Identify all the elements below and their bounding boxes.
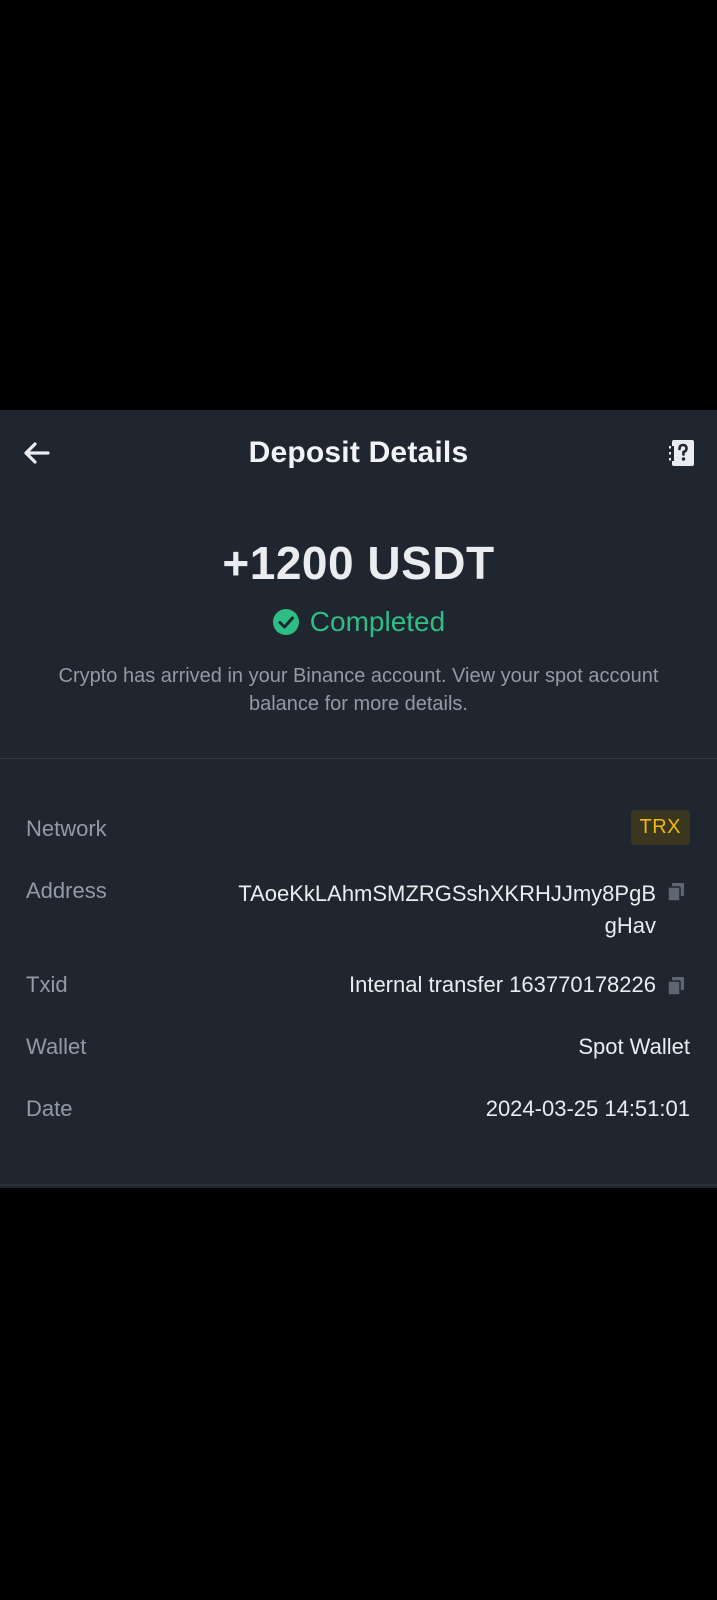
deposit-amount: +1200 USDT [222,537,495,589]
check-circle-icon [272,609,299,635]
wallet-label: Wallet [26,1034,87,1059]
txid-label: Txid [26,972,68,997]
wallet-value: Spot Wallet [578,1034,690,1059]
bottom-divider [0,1184,717,1186]
help-button[interactable] [667,438,697,468]
page-title: Deposit Details [248,436,469,469]
copy-icon[interactable] [666,976,686,996]
date-label: Date [26,1096,73,1121]
divider [0,758,717,759]
address-label: Address [26,878,107,903]
network-badge: TRX [630,810,690,845]
copy-icon[interactable] [666,882,686,902]
status-message: Crypto has arrived in your Binance accou… [58,665,659,715]
status-row: Completed [0,606,717,638]
help-document-icon [669,440,694,466]
date-value: 2024-03-25 14:51:01 [485,1096,690,1121]
txid-value: Internal transfer 163770178226 [348,972,656,997]
deposit-details-panel: Deposit Details +1200 USDT Completed Cry… [0,410,717,1188]
header: Deposit Details [0,410,717,500]
screen: Deposit Details +1200 USDT Completed Cry… [0,0,717,1600]
network-label: Network [26,816,107,841]
status-label: Completed [309,606,446,637]
address-value: TAoeKkLAhmSMZRGSshXKRHJJmy8PgBgHav [238,881,656,938]
